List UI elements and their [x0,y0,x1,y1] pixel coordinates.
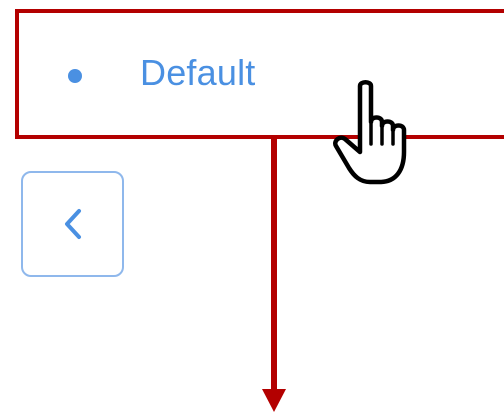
chevron-left-icon [64,209,81,239]
back-button[interactable] [21,171,124,277]
annotation-arrow-down [262,139,286,412]
menu-item-default[interactable]: Default [15,9,504,139]
menu-item-label: Default [140,52,256,93]
hand-pointer-icon [333,80,407,185]
dot-icon [68,69,82,83]
